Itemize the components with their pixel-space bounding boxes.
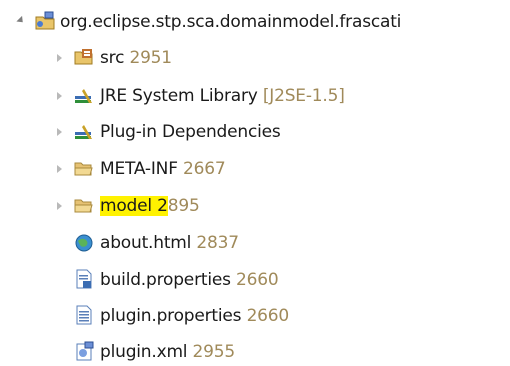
- tree-item-model[interactable]: model 2895: [0, 192, 510, 220]
- expand-arrow-icon[interactable]: [57, 54, 62, 62]
- item-decoration: 2660: [246, 306, 290, 326]
- tree-item-plugin-properties[interactable]: plugin.properties 2660: [0, 302, 510, 330]
- root-label: org.eclipse.stp.sca.domainmodel.frascati: [60, 12, 402, 32]
- item-decoration: 2660: [235, 270, 279, 290]
- item-label: Plug-in Dependencies: [100, 122, 281, 142]
- item-label: about.html: [100, 233, 192, 253]
- item-label: META-INF: [100, 159, 178, 179]
- folder-icon: [73, 159, 95, 179]
- expand-arrow-icon[interactable]: [57, 202, 62, 210]
- item-decoration: 2955: [192, 342, 236, 362]
- tree-root[interactable]: org.eclipse.stp.sca.domainmodel.frascati: [0, 8, 510, 36]
- tree-item-build-properties[interactable]: build.properties 2660: [0, 266, 510, 294]
- item-label: plugin.properties: [100, 306, 242, 326]
- tree-item-src[interactable]: src 2951: [0, 44, 510, 72]
- item-decoration: 2837: [196, 233, 239, 253]
- item-label: build.properties: [100, 270, 231, 290]
- folder-icon: [73, 196, 95, 216]
- item-decoration: 895: [167, 196, 200, 216]
- properties-file-icon: [74, 305, 96, 325]
- package-explorer: { "tree": { "root": {"label": "org.eclip…: [0, 0, 510, 365]
- library-icon: [73, 122, 95, 142]
- item-decoration: 2667: [183, 159, 226, 179]
- tree-item-plugin-xml[interactable]: plugin.xml 2955: [0, 338, 510, 366]
- tree-item-meta-inf[interactable]: META-INF 2667: [0, 155, 510, 183]
- tree-item-plugin-dependencies[interactable]: Plug-in Dependencies: [0, 118, 510, 146]
- item-label: plugin.xml: [100, 342, 188, 362]
- source-folder-icon: [73, 47, 95, 67]
- item-decoration: [J2SE-1.5]: [262, 86, 345, 106]
- search-highlight: model 2: [100, 196, 168, 216]
- expand-arrow-icon[interactable]: [57, 128, 62, 136]
- library-icon: [73, 86, 95, 106]
- properties-file-icon: [74, 269, 96, 289]
- expand-arrow-icon[interactable]: [57, 165, 62, 173]
- expand-arrow-icon[interactable]: [16, 15, 26, 26]
- tree-item-jre-library[interactable]: JRE System Library [J2SE-1.5]: [0, 82, 510, 110]
- plugin-project-icon: [34, 11, 56, 31]
- item-decoration: 2951: [129, 48, 172, 68]
- html-file-icon: [74, 233, 96, 253]
- item-label: src: [100, 48, 125, 68]
- plugin-xml-icon: [74, 341, 96, 361]
- tree-item-about-html[interactable]: about.html 2837: [0, 229, 510, 257]
- item-label: JRE System Library: [100, 86, 258, 106]
- expand-arrow-icon[interactable]: [57, 92, 62, 100]
